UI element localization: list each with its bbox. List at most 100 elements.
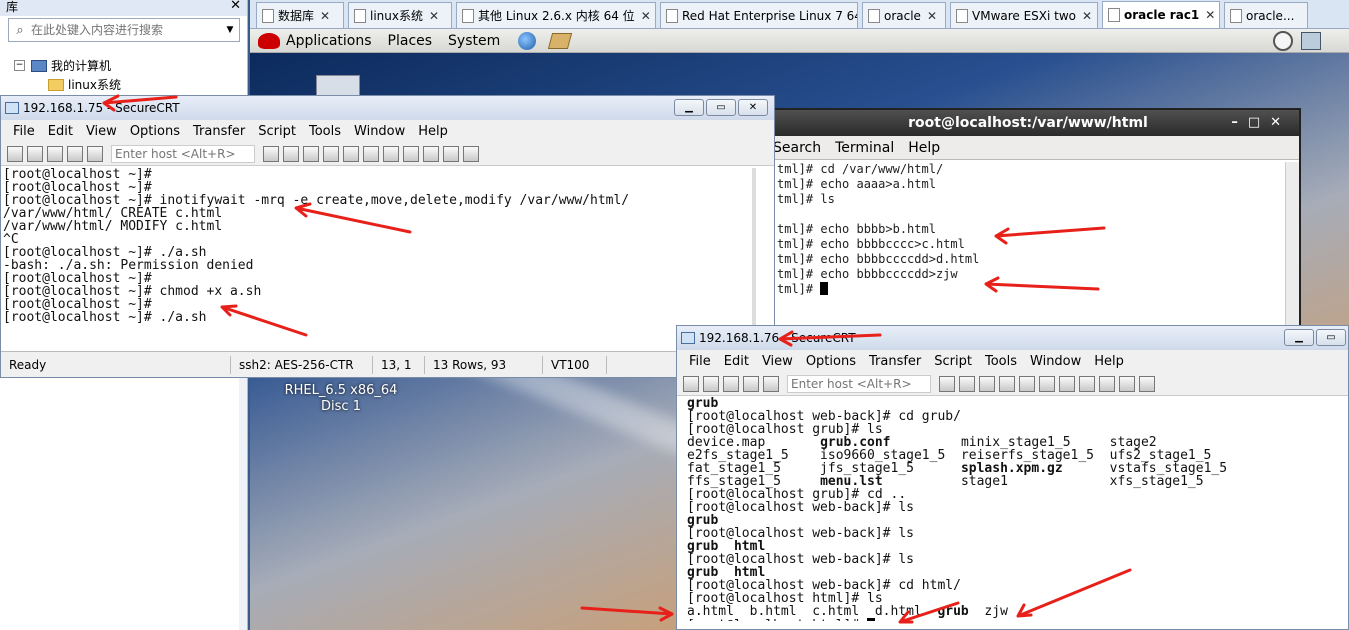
crt1-titlebar[interactable]: 192.168.1.75 - SecureCRT ▁ ▭ ✕: [1, 96, 774, 120]
clock-icon[interactable]: [1273, 31, 1293, 51]
print-selection-icon[interactable]: [363, 145, 379, 162]
enter-host-input[interactable]: [111, 144, 255, 163]
about-icon[interactable]: [1139, 375, 1155, 392]
reconnect-icon[interactable]: [743, 375, 759, 392]
close-icon[interactable]: ✕: [230, 0, 241, 13]
terminal-line: tml]#: [777, 282, 821, 296]
library-search-input[interactable]: [31, 23, 221, 37]
print-icon[interactable]: [323, 145, 339, 162]
help-icon[interactable]: [1119, 375, 1135, 392]
crt2-terminal-output[interactable]: grub [root@localhost web-back]# cd grub/…: [677, 396, 1348, 621]
menu-places[interactable]: Places: [388, 33, 433, 49]
connect-tab-icon[interactable]: [47, 145, 63, 162]
menu-edit[interactable]: Edit: [724, 354, 749, 369]
maximize-button[interactable]: ▭: [706, 99, 736, 116]
tab-vm-3[interactable]: Red Hat Enterprise Linux 7 64...✕: [660, 2, 858, 28]
disc-icon-label[interactable]: RHEL_6.5 x86_64 Disc 1: [276, 383, 406, 415]
network-icon[interactable]: [1301, 32, 1321, 50]
web-browser-icon[interactable]: [518, 31, 537, 50]
session-options-icon[interactable]: [383, 145, 399, 162]
menu-window[interactable]: Window: [1030, 354, 1081, 369]
keymap-icon[interactable]: [423, 145, 439, 162]
connect-tab-icon[interactable]: [723, 375, 739, 392]
connect-icon[interactable]: [683, 375, 699, 392]
collapse-icon[interactable]: −: [14, 60, 25, 71]
maximize-button[interactable]: ▭: [1316, 329, 1346, 346]
disconnect-icon[interactable]: [87, 145, 103, 162]
menu-script[interactable]: Script: [934, 354, 972, 369]
tab-vm-0[interactable]: 数据库 ✕: [256, 2, 344, 28]
library-scrollbar[interactable]: [239, 378, 247, 630]
menu-script[interactable]: Script: [258, 124, 296, 139]
menu-search[interactable]: Search: [773, 140, 821, 156]
securecrt-icon: [5, 102, 19, 114]
menu-help[interactable]: Help: [418, 124, 448, 139]
close-button[interactable]: ✕: [738, 99, 768, 116]
print-setup-icon[interactable]: [343, 145, 359, 162]
print-setup-icon[interactable]: [1019, 375, 1035, 392]
tab-vm-5[interactable]: VMware ESXi two ✕: [950, 2, 1098, 28]
tab-vm-2[interactable]: 其他 Linux 2.6.x 内核 64 位 ✕: [456, 2, 656, 28]
terminal-titlebar[interactable]: root@localhost:/var/www/html –□✕: [757, 110, 1299, 136]
session-options-icon[interactable]: [1059, 375, 1075, 392]
menu-options[interactable]: Options: [806, 354, 856, 369]
menu-help[interactable]: Help: [908, 140, 940, 156]
menu-file[interactable]: File: [13, 124, 35, 139]
menu-transfer[interactable]: Transfer: [869, 354, 921, 369]
menu-tools[interactable]: Tools: [985, 354, 1017, 369]
find-icon[interactable]: [303, 145, 319, 162]
menu-terminal[interactable]: Terminal: [835, 140, 894, 156]
tab-vm-6[interactable]: oracle rac1 ✕: [1102, 1, 1220, 28]
menu-help[interactable]: Help: [1094, 354, 1124, 369]
vm-icon: [666, 8, 678, 23]
copy-icon[interactable]: [939, 375, 955, 392]
chevron-down-icon[interactable]: ▼: [221, 25, 239, 35]
tab-vm-4[interactable]: oracle ✕: [862, 2, 946, 28]
menu-transfer[interactable]: Transfer: [193, 124, 245, 139]
minimize-button[interactable]: ▁: [1284, 329, 1314, 346]
tree-item-linux[interactable]: linux系统: [14, 75, 121, 94]
quick-connect-icon[interactable]: [27, 145, 43, 162]
text-editor-icon[interactable]: [548, 32, 573, 49]
print-selection-icon[interactable]: [1039, 375, 1055, 392]
minimize-button[interactable]: ▁: [674, 99, 704, 116]
menu-file[interactable]: File: [689, 354, 711, 369]
tab-vm-1[interactable]: linux系统 ✕: [348, 2, 452, 28]
find-icon[interactable]: [979, 375, 995, 392]
menu-tools[interactable]: Tools: [309, 124, 341, 139]
quick-connect-icon[interactable]: [703, 375, 719, 392]
enter-host-input[interactable]: [787, 374, 931, 393]
reconnect-icon[interactable]: [67, 145, 83, 162]
crt2-titlebar[interactable]: 192.168.1.76 - SecureCRT ▁ ▭: [677, 326, 1348, 350]
about-icon[interactable]: [463, 145, 479, 162]
tab-vm-7[interactable]: oracle...: [1224, 2, 1308, 28]
close-icon[interactable]: ✕: [320, 9, 330, 23]
crt1-scrollbar[interactable]: [752, 168, 756, 346]
menu-view[interactable]: View: [762, 354, 793, 369]
connect-icon[interactable]: [7, 145, 23, 162]
keymap-icon[interactable]: [1099, 375, 1115, 392]
menu-system[interactable]: System: [448, 33, 500, 49]
close-icon[interactable]: ✕: [429, 9, 439, 23]
menu-view[interactable]: View: [86, 124, 117, 139]
close-icon[interactable]: ✕: [641, 9, 651, 23]
menu-edit[interactable]: Edit: [48, 124, 73, 139]
menu-applications[interactable]: Applications: [286, 33, 372, 49]
menu-window[interactable]: Window: [354, 124, 405, 139]
tree-item-my-computer[interactable]: − 我的计算机: [14, 56, 121, 75]
close-icon[interactable]: ✕: [1082, 9, 1092, 23]
window-controls[interactable]: –□✕: [1231, 110, 1291, 136]
paste-icon[interactable]: [283, 145, 299, 162]
library-search[interactable]: ⌕ ▼: [8, 18, 240, 42]
crt1-terminal-output[interactable]: [root@localhost ~]# [root@localhost ~]# …: [1, 166, 774, 336]
global-options-icon[interactable]: [1079, 375, 1095, 392]
print-icon[interactable]: [999, 375, 1015, 392]
copy-icon[interactable]: [263, 145, 279, 162]
disconnect-icon[interactable]: [763, 375, 779, 392]
help-icon[interactable]: [443, 145, 459, 162]
close-icon[interactable]: ✕: [1205, 8, 1215, 22]
paste-icon[interactable]: [959, 375, 975, 392]
close-icon[interactable]: ✕: [927, 9, 937, 23]
menu-options[interactable]: Options: [130, 124, 180, 139]
global-options-icon[interactable]: [403, 145, 419, 162]
